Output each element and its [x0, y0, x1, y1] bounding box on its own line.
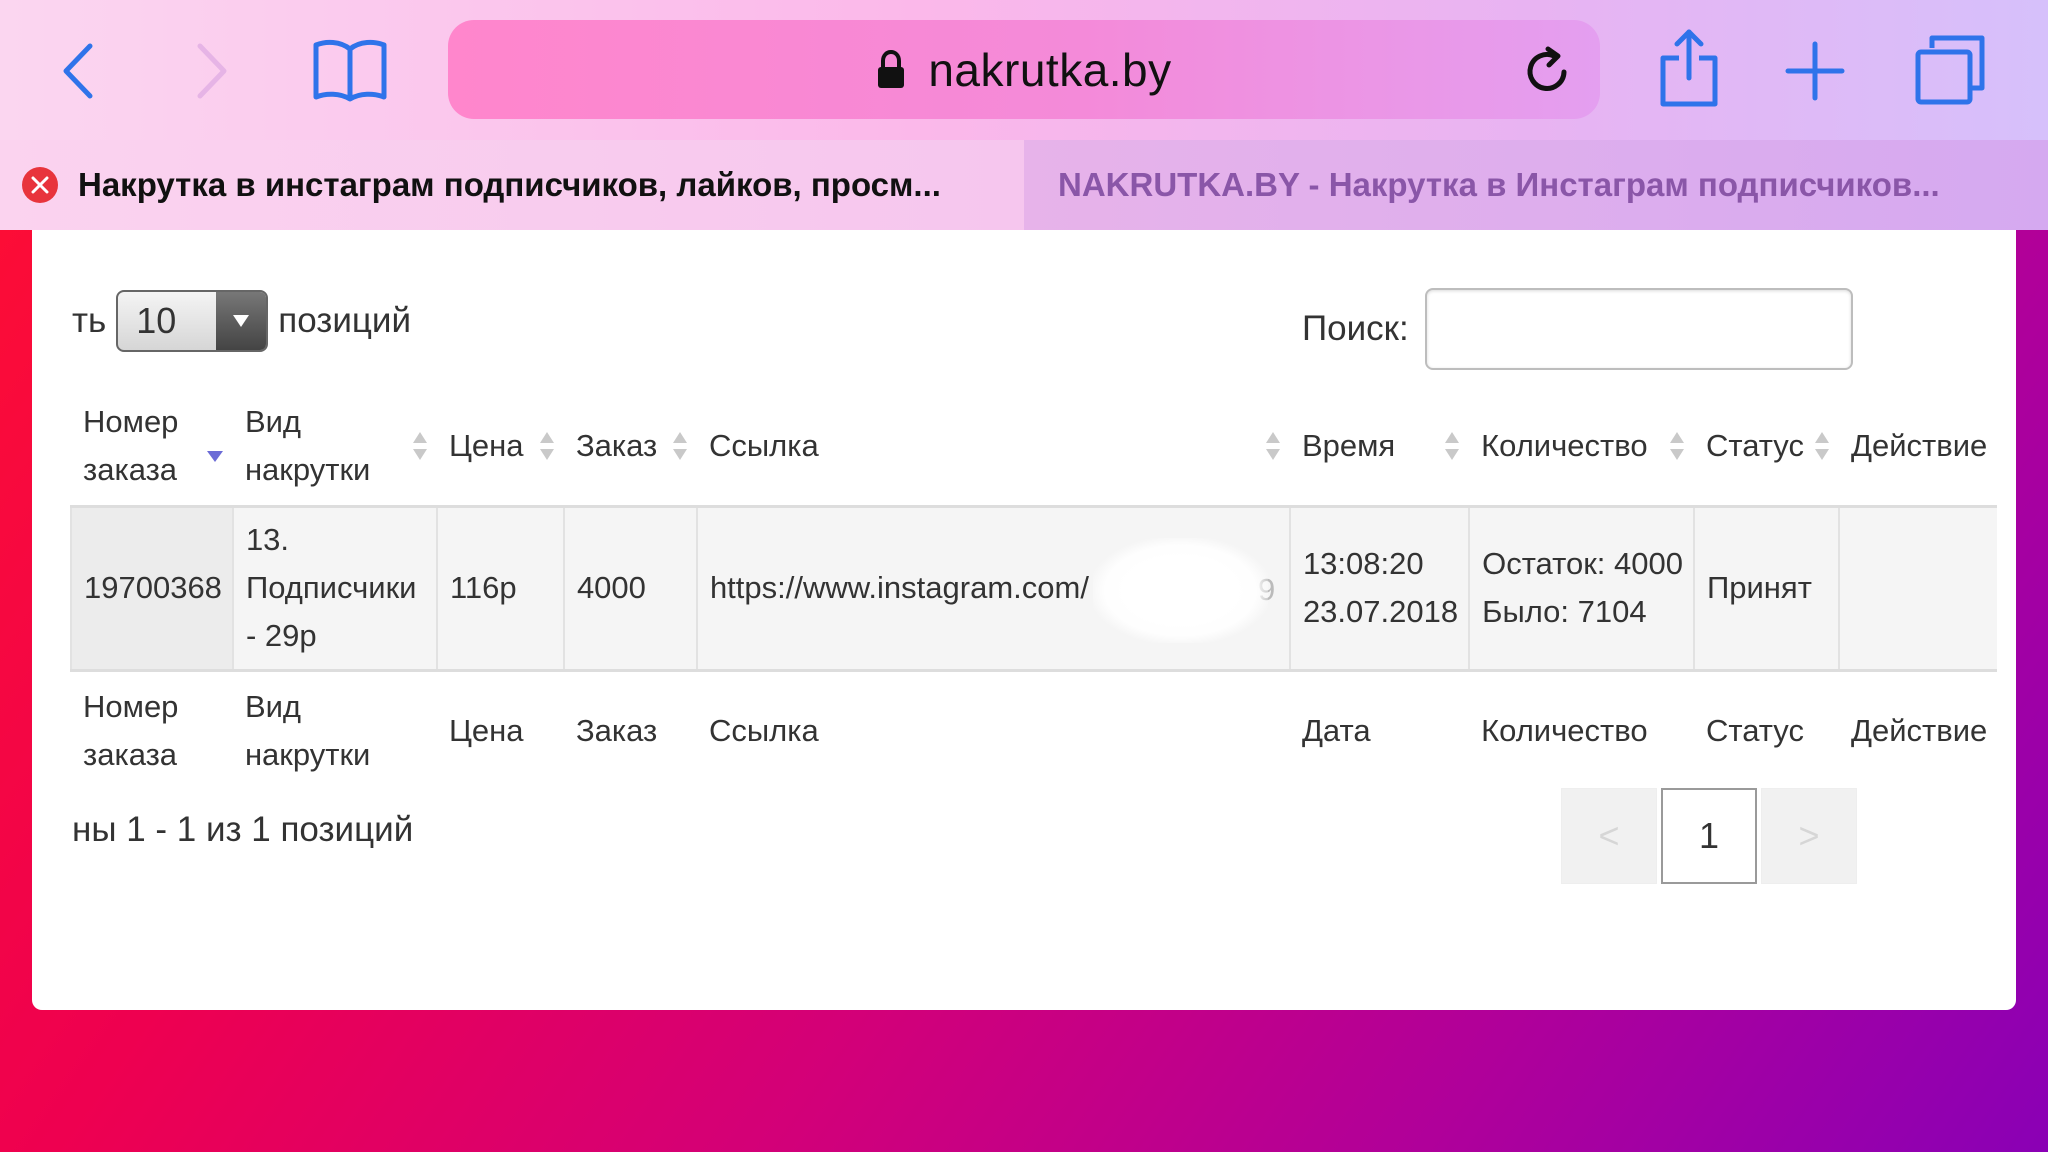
cell-time: 13:08:20 23.07.2018	[1288, 506, 1470, 672]
sort-both-icon	[1445, 432, 1460, 461]
sort-both-icon	[539, 432, 554, 461]
date-value: 23.07.2018	[1302, 594, 1459, 629]
length-suffix: позиций	[278, 301, 412, 340]
forward-button[interactable]	[184, 36, 240, 106]
column-header-order[interactable]: Заказ	[563, 388, 697, 508]
redaction-blur	[1092, 537, 1268, 643]
column-header-link[interactable]: Ссылка	[696, 388, 1290, 508]
sort-desc-icon	[206, 450, 223, 462]
footer-order-number: Номер заказа	[83, 688, 179, 772]
pagination-page-1[interactable]: 1	[1661, 788, 1757, 884]
cell-order-qty: 4000	[562, 506, 697, 672]
column-header-action[interactable]: Действие	[1838, 388, 1998, 508]
column-header-status[interactable]: Статус	[1693, 388, 1839, 508]
footer-service: Вид накрутки	[244, 688, 371, 772]
table-info: ны 1 - 1 из 1 позиций	[72, 810, 414, 849]
column-header-price[interactable]: Цена	[436, 388, 564, 508]
footer-quantity: Количество	[1481, 712, 1648, 748]
remaining-value: Остаток: 4000	[1482, 546, 1683, 581]
back-button[interactable]	[50, 36, 106, 106]
cell-price: 116р	[435, 506, 564, 672]
footer-row: Номер заказа Вид накрутки Цена Заказ Ссы…	[71, 670, 1997, 790]
sort-both-icon	[1265, 432, 1280, 461]
sort-both-icon	[412, 432, 427, 461]
search-label: Поиск:	[1302, 309, 1409, 348]
footer-price: Цена	[448, 712, 524, 748]
browser-toolbar: nakrutka.by	[0, 0, 2048, 140]
page-length-value: 10	[136, 300, 177, 341]
sort-both-icon	[1669, 432, 1684, 461]
page-length-control: ть 10 позиций	[72, 290, 411, 352]
url-text: nakrutka.by	[928, 43, 1172, 96]
link-text[interactable]: https://www.instagram.com/	[710, 570, 1089, 605]
was-value: Было: 7104	[1482, 594, 1647, 629]
orders-table: Номер заказа Вид накрутки Цена Заказ Ссы…	[70, 388, 1998, 790]
footer-date: Дата	[1301, 712, 1371, 748]
table-row: 19700368 13. Подписчики - 29р 116р 4000 …	[70, 506, 1998, 672]
sort-both-icon	[1814, 432, 1829, 461]
cell-status: Принят	[1692, 506, 1839, 672]
footer-link: Ссылка	[708, 712, 819, 748]
tab-active[interactable]: Накрутка в инстаграм подписчиков, лайков…	[0, 140, 1024, 230]
tab-inactive[interactable]: NAKRUTKA.BY - Накрутка в Инстаграм подпи…	[1024, 140, 2048, 230]
page-length-select[interactable]: 10	[116, 290, 269, 352]
tabs-overview-button[interactable]	[1912, 32, 1988, 108]
tab-bar: Накрутка в инстаграм подписчиков, лайков…	[0, 140, 2048, 230]
column-header-quantity[interactable]: Количество	[1469, 388, 1694, 508]
tabs-overview-icon	[1915, 35, 1985, 105]
footer-action: Действие	[1850, 712, 1988, 748]
header-row: Номер заказа Вид накрутки Цена Заказ Ссы…	[71, 388, 1998, 508]
cell-service: 13. Подписчики - 29р	[231, 506, 437, 672]
new-tab-button[interactable]	[1782, 38, 1848, 104]
cell-action	[1837, 506, 1998, 672]
address-bar[interactable]: nakrutka.by	[448, 20, 1600, 119]
footer-status: Статус	[1705, 712, 1804, 748]
bookmarks-icon	[313, 39, 387, 102]
time-value: 13:08:20	[1302, 546, 1424, 581]
sort-both-icon	[672, 432, 687, 461]
back-icon	[63, 43, 93, 99]
bookmarks-button[interactable]	[310, 34, 390, 106]
length-prefix: ть	[72, 301, 107, 340]
reload-icon	[1527, 46, 1567, 91]
footer-order: Заказ	[575, 712, 658, 748]
search-control: Поиск:	[1302, 288, 1853, 370]
column-header-service[interactable]: Вид накрутки	[232, 388, 437, 508]
orders-card: ть 10 позиций Поиск: Номер заказа Вид на…	[32, 230, 2016, 1010]
forward-icon	[197, 43, 227, 99]
cell-order-number: 19700368	[70, 506, 233, 672]
pagination: < 1 >	[1561, 788, 1861, 884]
lock-icon	[878, 49, 905, 88]
new-tab-icon	[1785, 41, 1845, 101]
tab-title-active: Накрутка в инстаграм подписчиков, лайков…	[78, 166, 941, 203]
cell-quantity: Остаток: 4000 Было: 7104	[1468, 506, 1694, 672]
reload-button[interactable]	[1520, 44, 1574, 98]
tab-title-inactive: NAKRUTKA.BY - Накрутка в Инстаграм подпи…	[1058, 166, 1940, 203]
cell-link[interactable]: https://www.instagram.com/ 9	[695, 506, 1290, 672]
column-header-time[interactable]: Время	[1289, 388, 1470, 508]
share-icon	[1660, 29, 1718, 107]
tab-close-button[interactable]	[22, 167, 58, 203]
pagination-prev[interactable]: <	[1561, 788, 1657, 884]
share-button[interactable]	[1656, 26, 1722, 110]
column-header-order-number[interactable]: Номер заказа	[71, 388, 233, 508]
dropdown-arrow-icon	[216, 292, 267, 350]
search-input[interactable]	[1424, 288, 1853, 370]
tab-close-icon	[31, 176, 49, 194]
pagination-next[interactable]: >	[1761, 788, 1857, 884]
